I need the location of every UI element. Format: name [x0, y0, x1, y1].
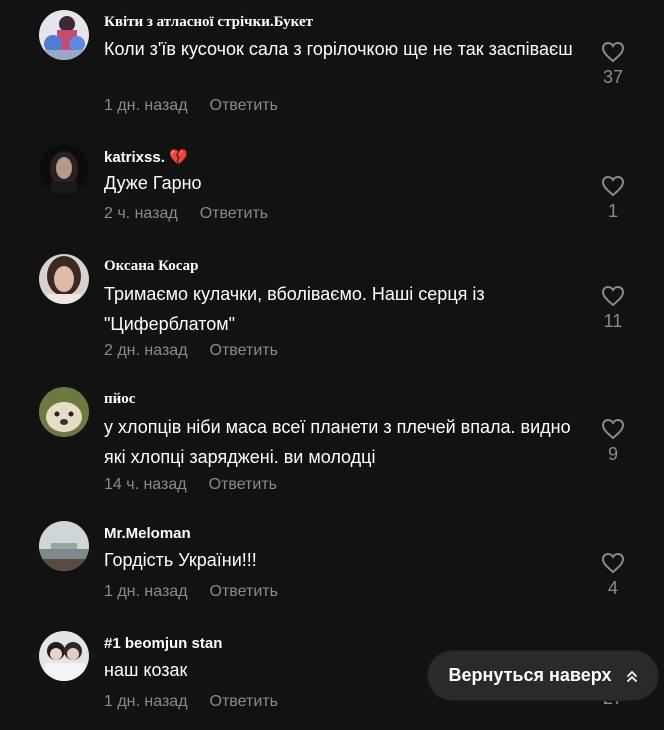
like-button[interactable]: 1 — [596, 175, 630, 222]
heart-icon[interactable] — [601, 285, 625, 307]
avatar[interactable] — [39, 144, 89, 194]
comment-time: 1 дн. назад — [104, 693, 188, 710]
comment-time: 2 дн. назад — [104, 342, 188, 359]
comment-time: 14 ч. назад — [104, 476, 187, 493]
like-button[interactable]: 4 — [596, 552, 630, 599]
comment-time: 2 ч. назад — [104, 205, 178, 222]
comment-time: 1 дн. назад — [104, 583, 188, 600]
comment-author[interactable]: Оксана Косар — [104, 258, 198, 275]
comment-meta: 2 ч. назад Ответить — [104, 205, 268, 223]
avatar[interactable] — [39, 10, 89, 60]
comment-text: Коли з'їв кусочок сала з горілочкою ще н… — [104, 39, 573, 59]
avatar[interactable] — [39, 631, 89, 681]
comment-meta: 14 ч. назад Ответить — [104, 476, 277, 494]
comment-author[interactable]: #1 beomjun stan — [104, 635, 222, 652]
comment-meta: 2 дн. назад Ответить — [104, 342, 278, 360]
heart-icon[interactable] — [601, 552, 625, 574]
comment-meta: 1 дн. назад Ответить — [104, 97, 278, 115]
like-count: 1 — [607, 201, 618, 221]
comment-text: Гордість України!!! — [104, 550, 257, 570]
comment-author[interactable]: katrixss. 💔 — [104, 148, 188, 166]
heart-icon[interactable] — [601, 418, 625, 440]
reply-button[interactable]: Ответить — [209, 476, 277, 493]
like-button[interactable]: 9 — [596, 418, 630, 465]
comment-meta: 1 дн. назад Ответить — [104, 693, 278, 711]
like-count: 11 — [603, 311, 623, 331]
avatar[interactable] — [39, 254, 89, 304]
double-chevron-up-icon — [626, 670, 637, 682]
reply-button[interactable]: Ответить — [210, 342, 278, 359]
comment-text: Дуже Гарно — [104, 173, 202, 193]
comment-text: Тримаємо кулачки, вболіваємо. Наші серця… — [104, 284, 485, 334]
like-count: 37 — [602, 67, 624, 87]
reply-button[interactable]: Ответить — [200, 205, 268, 222]
reply-button[interactable]: Ответить — [210, 693, 278, 710]
comment-text: у хлопців ніби маса всеї планети з плече… — [104, 417, 571, 467]
reply-button[interactable]: Ответить — [210, 97, 278, 114]
back-to-top-button[interactable]: Вернуться наверх — [428, 651, 658, 700]
comment-time: 1 дн. назад — [104, 97, 188, 114]
avatar[interactable] — [39, 387, 89, 437]
comment-meta: 1 дн. назад Ответить — [104, 583, 278, 601]
like-count: 9 — [607, 444, 618, 464]
back-to-top-label: Вернуться наверх — [448, 665, 612, 685]
heart-icon[interactable] — [601, 175, 625, 197]
comment-author[interactable]: пйос — [104, 391, 135, 408]
like-button[interactable]: 11 — [596, 285, 630, 332]
broken-heart-emoji: 💔 — [169, 149, 188, 166]
comment-author[interactable]: Mr.Meloman — [104, 525, 191, 542]
avatar[interactable] — [39, 521, 89, 571]
comment-author[interactable]: Квіти з атласної стрічки.Букет — [104, 14, 313, 31]
like-button[interactable]: 37 — [596, 41, 630, 88]
reply-button[interactable]: Ответить — [210, 583, 278, 600]
heart-icon[interactable] — [601, 41, 625, 63]
like-count: 4 — [607, 578, 618, 598]
